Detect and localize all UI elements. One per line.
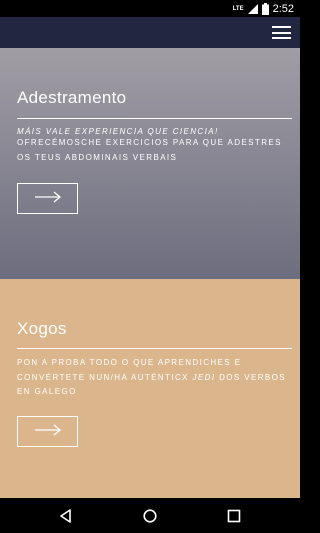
open-training-button[interactable] (17, 183, 78, 214)
card-description: OFRECÉMOSCHE EXERCICIOS PARA QUE ADESTRE… (17, 138, 282, 162)
card-title: Xogos (17, 319, 67, 338)
recents-icon[interactable] (225, 507, 243, 525)
app-bar (0, 17, 300, 48)
status-icons: LTE 2:52 (233, 2, 294, 15)
card-title: Adestramento (17, 88, 127, 107)
arrow-right-icon (34, 190, 62, 208)
back-icon[interactable] (57, 507, 75, 525)
navigation-bar (0, 498, 300, 533)
clock: 2:52 (272, 2, 294, 15)
battery-icon (261, 2, 269, 15)
divider (17, 118, 292, 119)
network-type: LTE (232, 5, 244, 12)
divider (17, 348, 292, 349)
arrow-right-icon (34, 423, 62, 441)
card-description: PON A PROBA TODO O QUE APRENDICHES E CON… (17, 356, 292, 400)
signal-icon (247, 3, 258, 14)
hamburger-menu-icon[interactable] (272, 26, 291, 39)
games-card[interactable]: Xogos PON A PROBA TODO O QUE APRENDICHES… (0, 279, 300, 498)
open-games-button[interactable] (17, 416, 78, 447)
status-bar: LTE 2:52 (0, 0, 300, 17)
home-icon[interactable] (141, 507, 159, 525)
training-card[interactable]: Adestramento MÁIS VALE EXPERIENCIA QUE C… (0, 48, 300, 279)
description-emphasis: JEDI (192, 372, 216, 382)
